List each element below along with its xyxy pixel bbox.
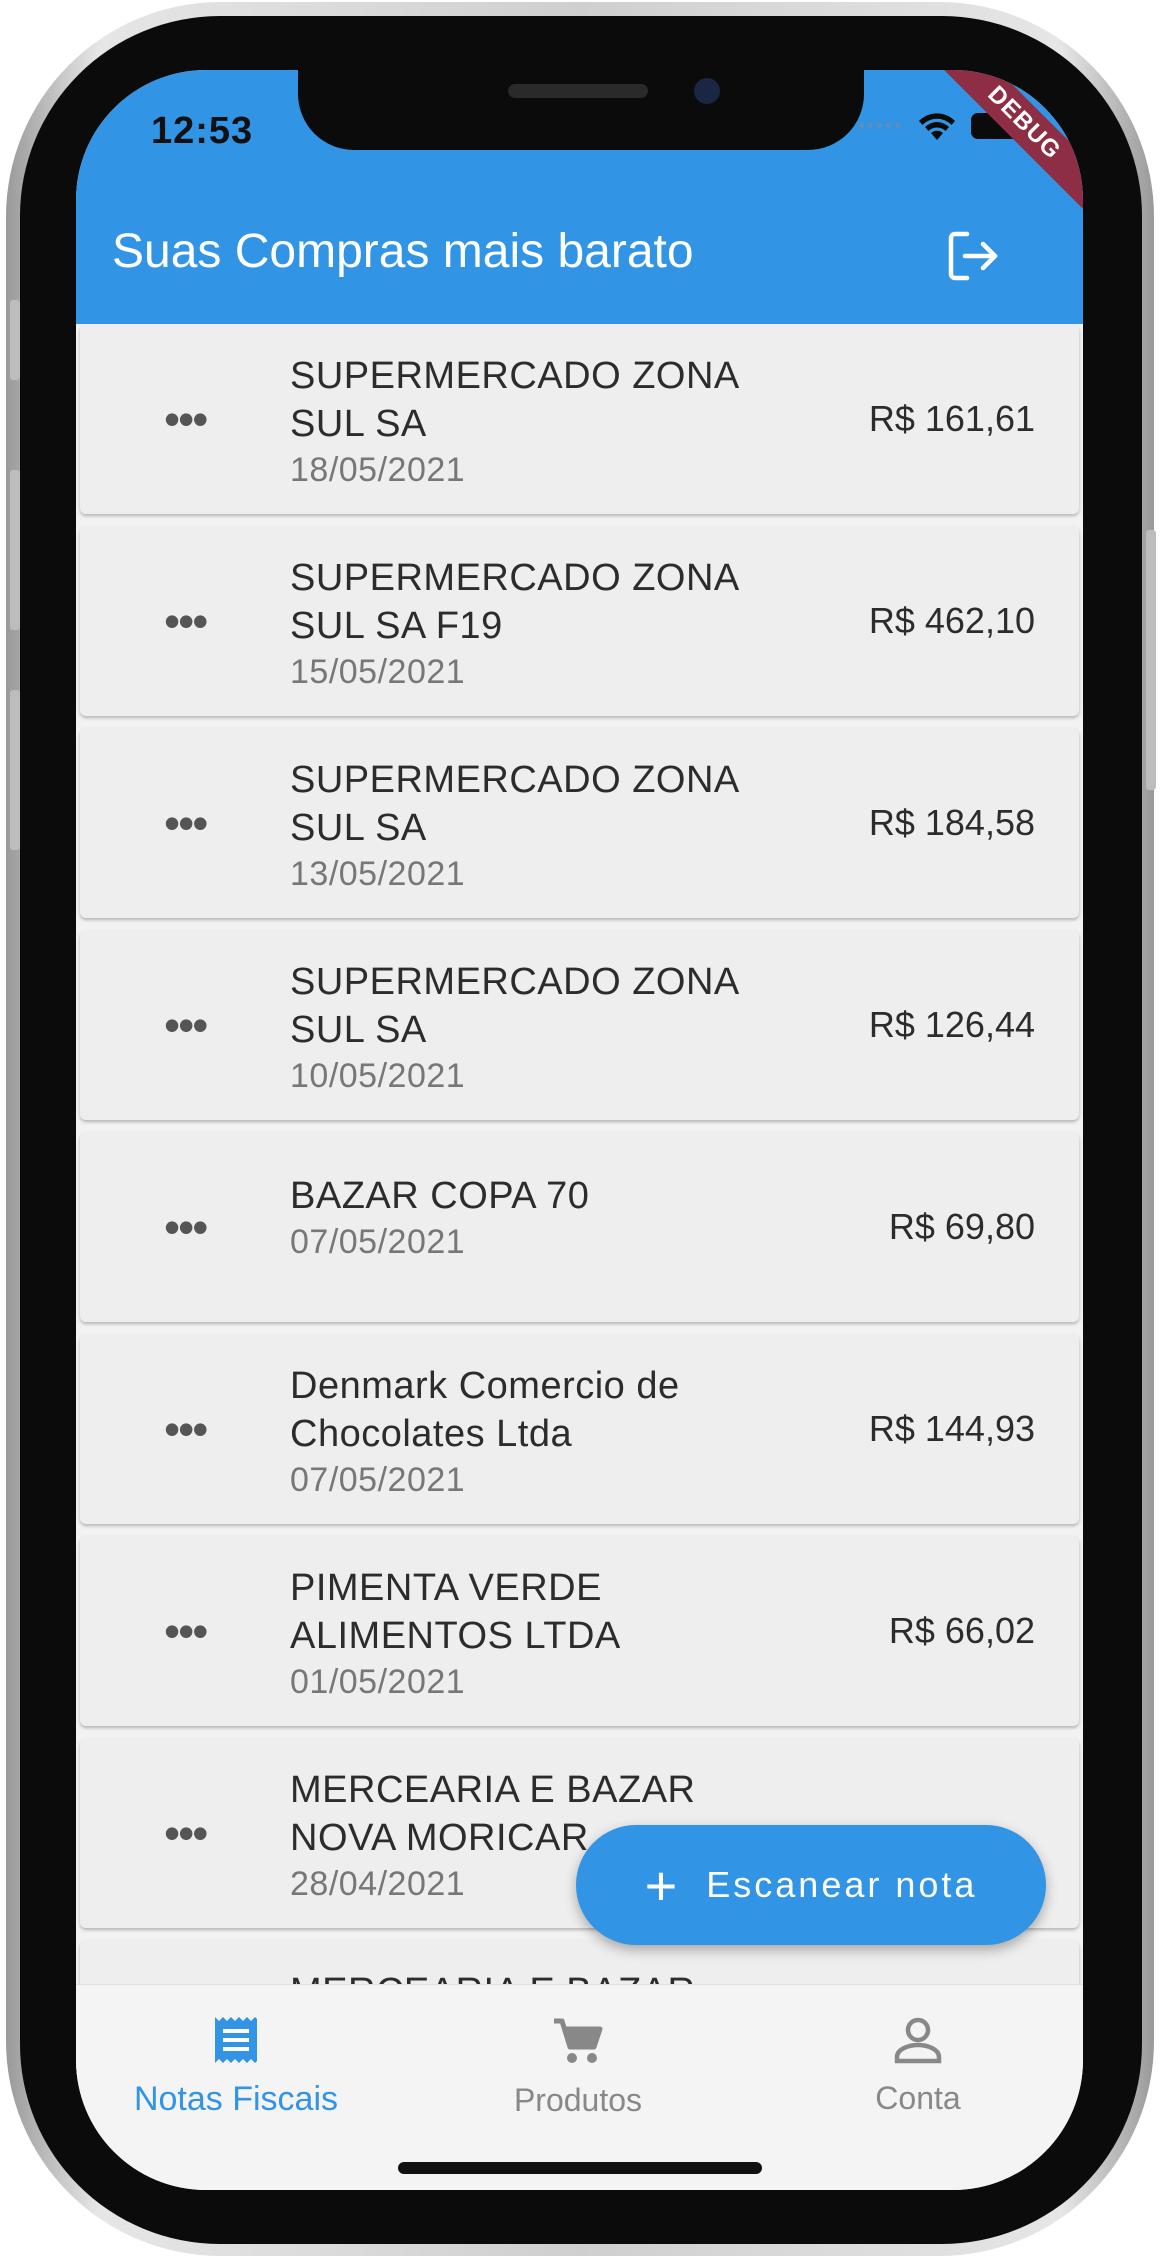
receipt-card[interactable]: ••• SUPERMERCADO ZONA SUL SA 10/05/2021 R…	[80, 930, 1079, 1120]
scan-receipt-label: Escanear nota	[706, 1864, 978, 1905]
receipt-date: 07/05/2021	[290, 1223, 466, 1261]
receipt-price: R$ 66,02	[888, 1610, 1035, 1651]
receipt-date: 13/05/2021	[290, 855, 466, 893]
more-options-icon[interactable]: •••	[164, 1810, 208, 1856]
store-name: SUPERMERCADO ZONA SUL SA 10/05/2021	[290, 958, 790, 1098]
receipt-icon	[215, 2017, 257, 2063]
status-time: 12:53	[151, 110, 254, 152]
nav-label: Produtos	[513, 2082, 643, 2118]
more-options-icon[interactable]: •••	[164, 1608, 208, 1654]
speaker	[508, 84, 648, 98]
receipt-date: 10/05/2021	[290, 1057, 466, 1095]
receipt-date: 15/05/2021	[290, 653, 466, 691]
signal-icon: •••••	[857, 114, 903, 137]
notch	[298, 70, 864, 150]
more-options-icon[interactable]: •••	[164, 1406, 208, 1452]
debug-banner: DEBUG	[929, 70, 1083, 218]
page-title: Suas Compras mais barato	[112, 225, 694, 278]
receipt-card[interactable]: ••• SUPERMERCADO ZONA SUL SA 13/05/2021 R…	[80, 728, 1079, 918]
nav-item-notas-fiscais[interactable]: Notas Fiscais	[106, 2013, 366, 2119]
store-name: BAZAR COPA 70 07/05/2021	[290, 1172, 790, 1264]
volume-up-button	[10, 470, 20, 630]
app-screen: 12:53 ••••• DEBUG Suas Compras mais bara…	[76, 70, 1083, 2190]
logout-icon	[948, 231, 998, 281]
plus-icon: +	[644, 1853, 681, 1917]
more-options-icon[interactable]: •••	[164, 800, 208, 846]
store-name: SUPERMERCADO ZONA SUL SA 18/05/2021	[290, 352, 790, 492]
store-name: MERCEARIA E BAZAR	[290, 1968, 790, 1984]
receipt-list: ••• SUPERMERCADO ZONA SUL SA 18/05/2021 R…	[76, 324, 1083, 1984]
more-options-icon[interactable]: •••	[164, 396, 208, 442]
volume-down-button	[10, 690, 20, 850]
receipt-card[interactable]: ••• SUPERMERCADO ZONA SUL SA F19 15/05/20…	[80, 526, 1079, 716]
receipt-price: R$ 69,80	[888, 1206, 1035, 1247]
wifi-icon	[919, 113, 955, 140]
receipt-price: R$ 126,44	[868, 1004, 1035, 1045]
receipt-card[interactable]: ••• SUPERMERCADO ZONA SUL SA 18/05/2021 R…	[80, 324, 1079, 514]
logout-button[interactable]	[945, 228, 1001, 284]
receipt-date: 07/05/2021	[290, 1461, 466, 1499]
receipt-date: 01/05/2021	[290, 1663, 466, 1701]
receipt-price: R$ 144,93	[868, 1408, 1035, 1449]
receipt-card[interactable]: ••• MERCEARIA E BAZAR	[80, 1940, 1079, 1984]
store-name: Denmark Comercio de Chocolates Ltda 07/05…	[290, 1362, 790, 1502]
nav-label: Notas Fiscais	[133, 2080, 339, 2118]
receipt-card[interactable]: ••• BAZAR COPA 70 07/05/2021 R$ 69,80	[80, 1132, 1079, 1322]
bottom-navigation: Notas Fiscais Produtos Conta	[76, 1984, 1083, 2190]
more-options-icon[interactable]: •••	[164, 598, 208, 644]
scan-receipt-button[interactable]: + Escanear nota	[576, 1825, 1046, 1945]
store-name: PIMENTA VERDE ALIMENTOS LTDA 01/05/2021	[290, 1564, 790, 1704]
app-bar: 12:53 ••••• DEBUG Suas Compras mais bara…	[76, 70, 1083, 324]
front-camera	[694, 78, 720, 104]
more-options-icon[interactable]: •••	[164, 1204, 208, 1250]
receipt-price: R$ 184,58	[868, 802, 1035, 843]
cart-icon	[554, 2018, 603, 2063]
person-icon	[894, 2017, 942, 2064]
nav-label: Conta	[875, 2080, 961, 2116]
receipt-card[interactable]: ••• Denmark Comercio de Chocolates Ltda 0…	[80, 1334, 1079, 1524]
mute-switch	[10, 300, 20, 380]
nav-item-produtos[interactable]: Produtos	[448, 2013, 708, 2119]
receipt-date: 18/05/2021	[290, 451, 466, 489]
store-name: SUPERMERCADO ZONA SUL SA F19 15/05/2021	[290, 554, 790, 694]
home-indicator[interactable]	[398, 2162, 762, 2174]
store-name: SUPERMERCADO ZONA SUL SA 13/05/2021	[290, 756, 790, 896]
nav-item-conta[interactable]: Conta	[788, 2013, 1048, 2117]
more-options-icon[interactable]: •••	[164, 1002, 208, 1048]
receipt-card[interactable]: ••• PIMENTA VERDE ALIMENTOS LTDA 01/05/20…	[80, 1536, 1079, 1726]
receipt-price: R$ 161,61	[868, 398, 1035, 439]
receipt-price: R$ 462,10	[868, 600, 1035, 641]
power-button	[1146, 530, 1156, 790]
